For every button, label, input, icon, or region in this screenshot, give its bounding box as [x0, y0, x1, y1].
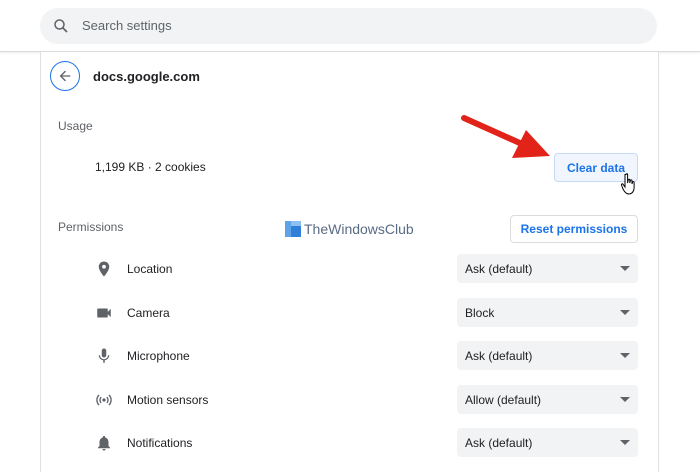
permission-label-camera: Camera	[127, 306, 170, 320]
chevron-down-icon	[620, 440, 630, 445]
camera-icon	[97, 308, 111, 318]
bell-icon	[98, 435, 110, 451]
permission-label-microphone: Microphone	[127, 349, 190, 363]
chevron-down-icon	[620, 310, 630, 315]
search-box[interactable]: Search settings	[40, 8, 657, 44]
arrow-left-icon	[59, 70, 71, 82]
notifications-select-value: Ask (default)	[465, 435, 533, 450]
site-title: docs.google.com	[93, 69, 200, 84]
microphone-select[interactable]: Ask (default)	[457, 341, 638, 370]
permission-label-notifications: Notifications	[127, 436, 193, 450]
usage-summary: 1,199 KB · 2 cookies	[95, 160, 206, 174]
motion-sensors-icon	[96, 394, 112, 406]
location-pin-icon	[98, 261, 110, 277]
search-icon	[54, 19, 68, 33]
chevron-down-icon	[620, 397, 630, 402]
top-bar: Search settings	[0, 0, 700, 52]
chevron-down-icon	[620, 353, 630, 358]
location-select[interactable]: Ask (default)	[457, 254, 638, 283]
watermark-text: TheWindowsClub	[304, 221, 414, 237]
reset-permissions-button[interactable]: Reset permissions	[510, 215, 638, 243]
microphone-icon	[98, 348, 110, 363]
search-placeholder: Search settings	[82, 18, 172, 33]
watermark: TheWindowsClub	[285, 221, 414, 237]
thewindowsclub-logo-icon	[285, 221, 301, 237]
permission-label-location: Location	[127, 262, 173, 276]
permission-label-motion-sensors: Motion sensors	[127, 393, 209, 407]
annotation-arrow-icon	[461, 115, 550, 158]
notifications-select[interactable]: Ask (default)	[457, 428, 638, 457]
back-button[interactable]	[50, 61, 80, 91]
usage-heading: Usage	[58, 119, 93, 133]
location-select-value: Ask (default)	[465, 261, 533, 276]
camera-select[interactable]: Block	[457, 298, 638, 327]
chevron-down-icon	[620, 266, 630, 271]
hand-cursor-icon	[620, 173, 635, 195]
camera-select-value: Block	[465, 305, 495, 320]
permissions-heading: Permissions	[58, 220, 124, 234]
motion-sensors-select[interactable]: Allow (default)	[457, 385, 638, 414]
motion-sensors-select-value: Allow (default)	[465, 392, 542, 407]
microphone-select-value: Ask (default)	[465, 348, 533, 363]
